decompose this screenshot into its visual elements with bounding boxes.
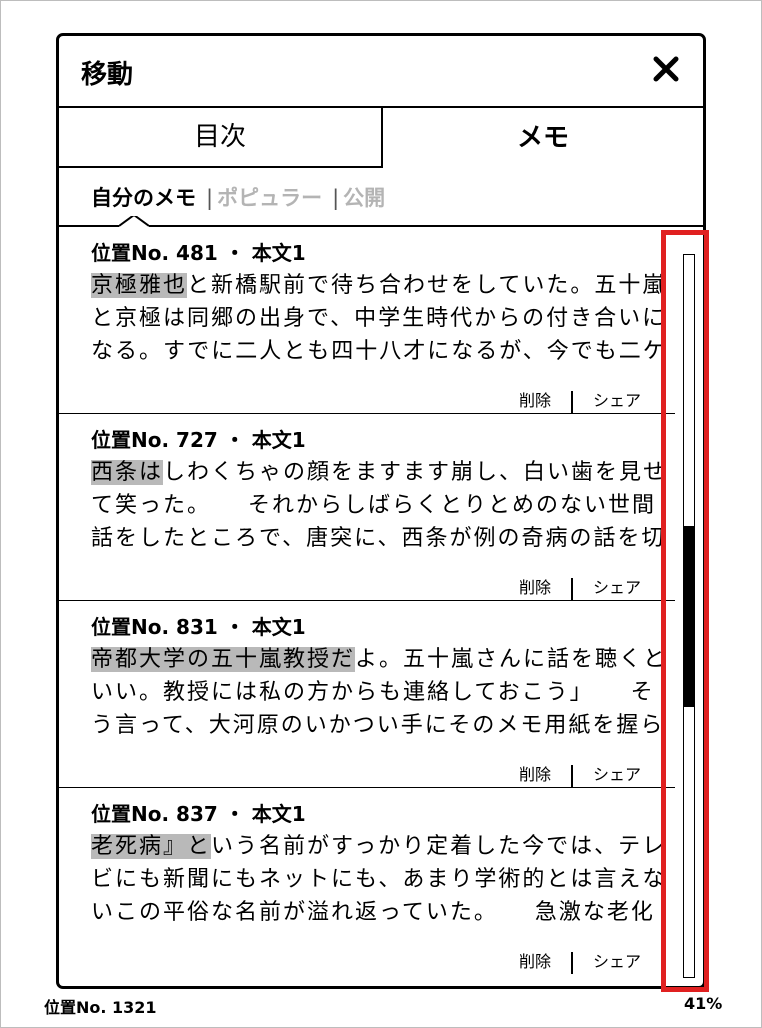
delete-button[interactable]: 削除 (519, 765, 551, 784)
tab-toc[interactable]: 目次 (59, 108, 383, 168)
memo-line: しわくちゃの顔をますます崩し、白い歯を見せ (163, 460, 668, 485)
dialog-header: 移動 (59, 36, 703, 108)
memo-highlight: 帝都大学の五十嵐教授だ (91, 647, 356, 672)
action-divider (571, 951, 574, 974)
memo-excerpt: 西条はしわくちゃの顔をますます崩し、白い歯を見せ て笑った。 それからしばらくと… (91, 456, 675, 555)
scrollbar-thumb[interactable] (684, 526, 694, 707)
reading-location: 位置No. 1321 (44, 998, 157, 1017)
memo-actions: 削除 シェア (519, 574, 641, 600)
filter-public[interactable]: 公開 (343, 186, 385, 210)
memo-excerpt: 京極雅也と新橋駅前で待ち合わせをしていた。五十嵐 と京極は同郷の出身で、中学生時… (91, 269, 675, 368)
memo-line: いい。教授には私の方からも連絡しておこう」 そ (91, 680, 655, 705)
memo-item[interactable]: 位置No. 481 ・ 本文1 京極雅也と新橋駅前で待ち合わせをしていた。五十嵐… (59, 227, 675, 414)
filter-separator: | (332, 186, 340, 210)
memo-excerpt: 老死病』という名前がすっかり定着した今では、テレ ビにも新聞にもネットにも、あま… (91, 830, 675, 929)
share-button[interactable]: シェア (593, 391, 641, 410)
dialog-title: 移動 (81, 60, 134, 90)
memo-location: 位置No. 837 ・ 本文1 (91, 802, 306, 826)
memo-highlight: 老死病』と (91, 834, 212, 859)
delete-button[interactable]: 削除 (519, 952, 551, 971)
scrollbar[interactable] (683, 254, 695, 978)
go-to-dialog: 移動 目次 メモ 自分のメモ | ポピュラー | 公開 位置No. 481 ・ 本文1 … (56, 33, 706, 989)
memo-highlight: 西条は (91, 460, 164, 485)
delete-button[interactable]: 削除 (519, 578, 551, 597)
memo-actions: 削除 シェア (519, 761, 641, 787)
filter-my-notes[interactable]: 自分のメモ (91, 186, 196, 210)
memo-location: 位置No. 831 ・ 本文1 (91, 615, 306, 639)
delete-button[interactable]: 削除 (519, 391, 551, 410)
action-divider (571, 390, 574, 413)
tab-memo[interactable]: メモ (383, 108, 703, 168)
share-button[interactable]: シェア (593, 765, 641, 784)
memo-line: と新橋駅前で待ち合わせをしていた。五十嵐 (187, 273, 667, 298)
memo-item[interactable]: 位置No. 831 ・ 本文1 帝都大学の五十嵐教授だよ。五十嵐さんに話を聴くと… (59, 601, 675, 788)
memo-actions: 削除 シェア (519, 387, 641, 413)
memo-highlight: 京極雅也 (91, 273, 188, 298)
close-icon (653, 56, 679, 82)
tab-bar: 目次 メモ (59, 108, 703, 168)
memo-line: て笑った。 それからしばらくとりとめのない世間 (91, 493, 657, 518)
memo-line: よ。五十嵐さんに話を聴くと (355, 647, 668, 672)
memo-filter-bar: 自分のメモ | ポピュラー | 公開 (91, 182, 389, 212)
reading-progress: 41% (684, 994, 723, 1013)
memo-line: いこの平俗な名前が溢れ返っていた。 急激な老化 (91, 900, 655, 925)
memo-location: 位置No. 481 ・ 本文1 (91, 241, 306, 265)
memo-line: ビにも新聞にもネットにも、あまり学術的とは言えな (91, 867, 667, 892)
share-button[interactable]: シェア (593, 578, 641, 597)
memo-line: う言って、大河原のいかつい手にそのメモ用紙を握ら (91, 713, 665, 738)
memo-location: 位置No. 727 ・ 本文1 (91, 428, 306, 452)
memo-actions: 削除 シェア (519, 948, 641, 974)
memo-item[interactable]: 位置No. 727 ・ 本文1 西条はしわくちゃの顔をますます崩し、白い歯を見せ… (59, 414, 675, 601)
memo-line: と京極は同郷の出身で、中学生時代からの付き合いに (91, 306, 667, 331)
close-button[interactable] (649, 52, 683, 86)
memo-line: なる。すでに二人とも四十八才になるが、今でも二ケ (91, 339, 667, 364)
share-button[interactable]: シェア (593, 952, 641, 971)
filter-popular[interactable]: ポピュラー (217, 186, 322, 210)
memo-list: 位置No. 481 ・ 本文1 京極雅也と新橋駅前で待ち合わせをしていた。五十嵐… (59, 227, 675, 986)
action-divider (571, 577, 574, 600)
memo-line: いう名前がすっかり定着した今では、テレ (211, 834, 667, 859)
filter-separator: | (206, 186, 214, 210)
memo-item[interactable]: 位置No. 837 ・ 本文1 老死病』という名前がすっかり定着した今では、テレ… (59, 788, 675, 974)
memo-excerpt: 帝都大学の五十嵐教授だよ。五十嵐さんに話を聴くと いい。教授には私の方からも連絡… (91, 643, 675, 742)
memo-line: 話をしたところで、唐突に、西条が例の奇病の話を切 (91, 526, 666, 551)
action-divider (571, 764, 574, 787)
